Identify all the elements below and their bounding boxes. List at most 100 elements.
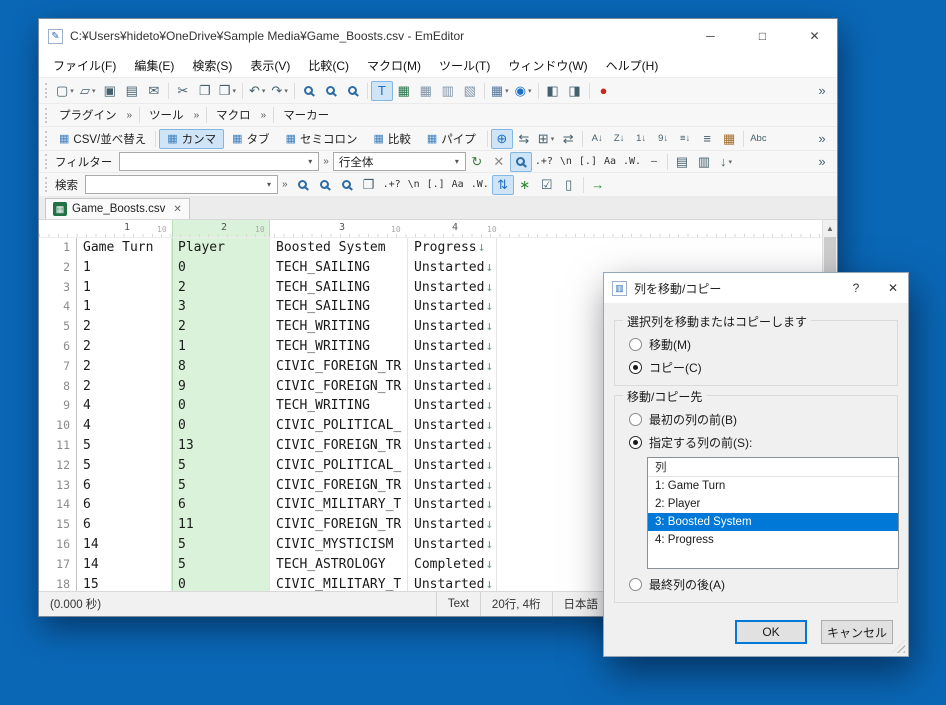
plugin-group-button[interactable]: ツール xyxy=(143,106,190,125)
filter-combo-overflow-chevron[interactable]: » xyxy=(323,156,329,167)
line-number[interactable]: 12 xyxy=(39,455,77,476)
menu-item[interactable]: 編集(E) xyxy=(125,53,183,77)
menu-item[interactable]: 表示(V) xyxy=(241,53,299,77)
csv-cell[interactable]: Unstarted↓ xyxy=(408,534,497,555)
open-file-button[interactable]: ▱ ▾ xyxy=(77,81,99,101)
menu-item[interactable]: ファイル(F) xyxy=(44,53,125,77)
chevron-down-icon[interactable]: ▾ xyxy=(449,157,465,166)
line-number[interactable]: 16 xyxy=(39,534,77,555)
manage-columns-button[interactable]: ⊞ ▾ xyxy=(535,129,557,149)
table-edit-button[interactable]: ▦ ▾ xyxy=(488,81,512,101)
csv-cell[interactable]: 0 xyxy=(172,396,270,417)
csv-sort-menu-button[interactable]: ▦ CSV/並べ替え xyxy=(53,129,152,148)
find-next-button[interactable] xyxy=(292,175,314,195)
ok-button[interactable]: OK xyxy=(735,620,807,644)
csv-cell[interactable]: Completed↓ xyxy=(408,554,497,575)
find-extract-button[interactable]: ❐ xyxy=(358,175,380,195)
menu-item[interactable]: ヘルプ(H) xyxy=(597,53,668,77)
record-macro-button[interactable]: ● xyxy=(593,81,615,101)
csv-cell[interactable]: Unstarted↓ xyxy=(408,297,497,318)
csv-cell[interactable]: 2 xyxy=(77,376,172,397)
csv-cell[interactable]: CIVIC_FOREIGN_TR xyxy=(270,376,408,397)
group-overflow-chevron[interactable]: » xyxy=(261,110,267,121)
csv-cell[interactable]: 2 xyxy=(172,277,270,298)
dialog-help-button[interactable]: ? xyxy=(841,273,871,303)
csv-separator-mode-button[interactable]: ▦ 比較 xyxy=(365,129,418,149)
line-number[interactable]: 9 xyxy=(39,396,77,417)
menu-item[interactable]: 検索(S) xyxy=(183,53,241,77)
line-number[interactable]: 7 xyxy=(39,356,77,377)
csv-cell[interactable]: Unstarted↓ xyxy=(408,317,497,337)
column-list-item[interactable]: 2: Player xyxy=(648,495,898,513)
bracket-filter-button[interactable]: [.] xyxy=(576,152,600,172)
csv-toolbar-overflow-button[interactable]: » xyxy=(811,129,833,149)
csv-cell[interactable]: TECH_WRITING xyxy=(270,396,408,417)
line-number[interactable]: 1 xyxy=(39,238,77,258)
line-number[interactable]: 3 xyxy=(39,277,77,298)
web-preview-button[interactable]: ◉ ▾ xyxy=(512,81,535,101)
csv-cell[interactable]: Unstarted↓ xyxy=(408,416,497,436)
find-button[interactable] xyxy=(298,81,320,101)
csv-cell[interactable]: 14 xyxy=(77,534,172,555)
chevron-down-icon[interactable]: ▾ xyxy=(302,157,318,166)
compare-button[interactable]: ◧ xyxy=(542,81,564,101)
csv-cell[interactable]: 5 xyxy=(77,435,172,456)
line-number[interactable]: 18 xyxy=(39,574,77,591)
csv-cell[interactable]: Unstarted↓ xyxy=(408,435,497,456)
csv-cell[interactable]: 1 xyxy=(77,277,172,298)
tab-game-boosts[interactable]: ▦ Game_Boosts.csv ✕ xyxy=(45,198,190,219)
sort-ascending-button[interactable]: 1↓ xyxy=(630,129,652,149)
csv-cell[interactable]: 6 xyxy=(77,475,172,496)
csv-separator-mode-button[interactable]: ▦ セミコロン xyxy=(278,129,366,149)
csv-cell[interactable]: CIVIC_FOREIGN_TR xyxy=(270,475,408,496)
sort-descending-button[interactable]: 9↓ xyxy=(652,129,674,149)
chevron-down-icon[interactable]: ▾ xyxy=(261,180,277,189)
csv-cell[interactable]: CIVIC_MILITARY_T xyxy=(270,574,408,591)
csv-cell[interactable]: Unstarted↓ xyxy=(408,455,497,476)
group-overflow-chevron[interactable]: » xyxy=(127,110,133,121)
csv-cell[interactable]: 11 xyxy=(172,515,270,535)
filter-input[interactable]: ▾ xyxy=(119,152,320,171)
csv-cell[interactable]: 5 xyxy=(172,554,270,575)
paste-button[interactable]: ❒ ▾ xyxy=(216,81,239,101)
convert-csv-button[interactable]: ⇆ xyxy=(513,129,535,149)
csv-cell[interactable]: TECH_SAILING xyxy=(270,297,408,318)
csv-separator-mode-button[interactable]: ▦ カンマ xyxy=(159,128,225,149)
csv-cell[interactable]: CIVIC_MILITARY_T xyxy=(270,495,408,516)
sync-scroll-button[interactable]: ◨ xyxy=(564,81,586,101)
filter-scope-select[interactable]: 行全体 ▾ xyxy=(332,152,466,171)
filter-list-button[interactable]: ▥ xyxy=(693,152,715,172)
apply-filter-button[interactable] xyxy=(509,151,532,172)
csv-cell[interactable]: 0 xyxy=(172,257,270,278)
line-number[interactable]: 11 xyxy=(39,435,77,456)
csv-mode-button[interactable]: ▦ xyxy=(393,81,415,101)
match-case-search-button[interactable]: Aa xyxy=(448,175,468,195)
csv-cell[interactable]: TECH_ASTROLOGY xyxy=(270,554,408,575)
menu-item[interactable]: 比較(C) xyxy=(299,53,358,77)
csv-cell[interactable]: 8 xyxy=(172,356,270,377)
regex-search-button[interactable]: .+? xyxy=(380,175,404,195)
sort-za-button[interactable]: Z↓ xyxy=(608,129,630,149)
filter-toolbar-overflow-button[interactable]: » xyxy=(811,152,833,172)
multi-sort-button[interactable]: ≡ xyxy=(696,129,718,149)
escape-search-button[interactable]: \n xyxy=(404,175,424,195)
csv-cell[interactable]: 3 xyxy=(172,297,270,318)
jump-button[interactable]: → xyxy=(587,175,609,195)
csv-cell[interactable]: Player xyxy=(172,238,270,258)
cut-button[interactable]: ✂ xyxy=(172,81,194,101)
csv-cell[interactable]: Unstarted↓ xyxy=(408,396,497,417)
replace-button[interactable] xyxy=(342,81,364,101)
split-view-button[interactable]: ▥ xyxy=(437,81,459,101)
cancel-button[interactable]: キャンセル xyxy=(821,620,893,644)
csv-separator-mode-button[interactable]: ▦ タブ xyxy=(224,129,277,149)
filter-history-button[interactable]: ▤ xyxy=(671,152,693,172)
column-list-item[interactable]: 4: Progress xyxy=(648,531,898,549)
csv-cell[interactable]: Unstarted↓ xyxy=(408,475,497,496)
csv-cell[interactable]: Unstarted↓ xyxy=(408,336,497,357)
line-number[interactable]: 4 xyxy=(39,297,77,318)
csv-cell[interactable]: 4 xyxy=(77,416,172,436)
new-file-button[interactable]: ▢ ▾ xyxy=(53,81,77,101)
plugin-group-button[interactable]: マーカー xyxy=(277,106,335,125)
column-list-item[interactable]: 1: Game Turn xyxy=(648,477,898,495)
line-number[interactable]: 5 xyxy=(39,317,77,337)
